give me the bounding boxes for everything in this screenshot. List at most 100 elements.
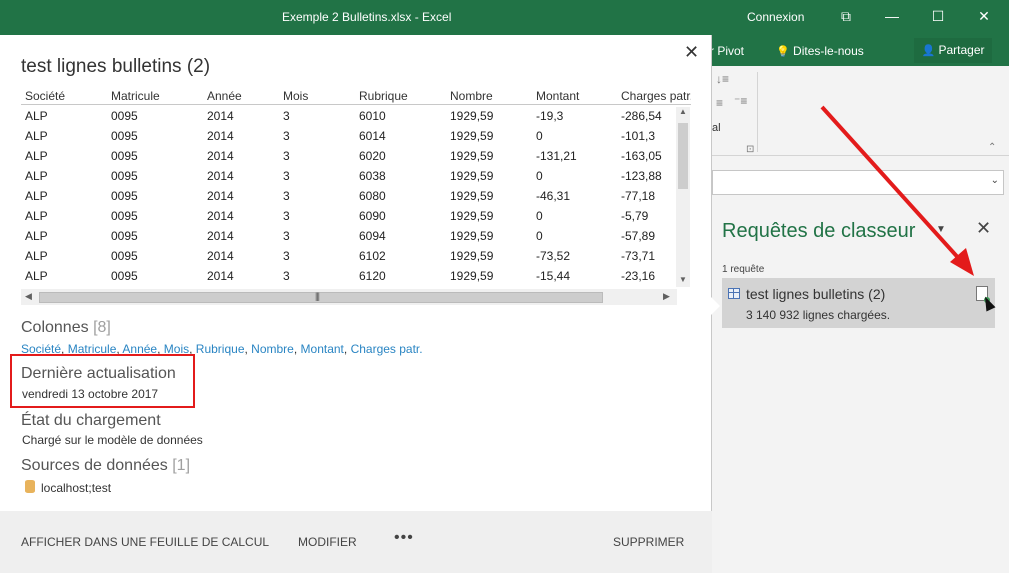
grip-icon: |||	[315, 291, 320, 301]
table-cell: 6102	[359, 249, 386, 263]
table-cell: 3	[283, 249, 290, 263]
table-cell: 0	[536, 209, 543, 223]
table-cell: 0095	[111, 109, 138, 123]
ribbon-indent-icon[interactable]: ⁻≡	[734, 94, 747, 108]
ribbon-display-icon[interactable]: ⧉	[823, 0, 869, 33]
table-cell: ALP	[25, 209, 48, 223]
table-cell: 3	[283, 189, 290, 203]
table-cell: 0095	[111, 249, 138, 263]
column-link[interactable]: Charges patr.	[351, 342, 423, 356]
database-icon	[25, 480, 35, 493]
table-cell: 6094	[359, 229, 386, 243]
table-cell: -57,89	[621, 229, 656, 243]
formula-bar[interactable]: ⌄	[712, 170, 1004, 195]
scroll-up-icon[interactable]: ▲	[679, 107, 687, 116]
table-cell: 1929,59	[450, 129, 494, 143]
table-cell: 2014	[207, 189, 234, 203]
source-value: localhost;test	[41, 481, 112, 495]
tab-power-pivot[interactable]: r Pivot	[710, 44, 744, 58]
pane-options-icon[interactable]: ▼	[936, 224, 946, 235]
table-cell: 3	[283, 169, 290, 183]
table-cell: 0095	[111, 189, 138, 203]
table-row: ALP 0095 2014 3 6014 1929,59 0 -101,3	[21, 127, 677, 147]
table-cell: 2014	[207, 209, 234, 223]
vertical-scrollbar[interactable]: ▲ ▼	[676, 107, 690, 287]
card-pointer	[711, 297, 720, 315]
column-header: Montant	[536, 89, 580, 103]
delete-button[interactable]: SUPPRIMER	[613, 535, 684, 549]
last-refresh-value: vendredi 13 octobre 2017	[22, 387, 159, 401]
table-cell: 0	[536, 129, 543, 143]
table-row: ALP 0095 2014 3 6020 1929,59 -131,21 -163,05	[21, 147, 677, 167]
horizontal-scrollbar[interactable]: ◀ ||| ▶	[21, 289, 677, 305]
scroll-down-icon[interactable]: ▼	[679, 275, 687, 284]
tell-me-box[interactable]: 💡 Dites-le-nous	[776, 44, 864, 58]
tell-me-label: Dites-le-nous	[793, 44, 864, 58]
collapse-ribbon-icon[interactable]: ⌃	[988, 142, 996, 153]
table-cell: 1929,59	[450, 229, 494, 243]
table-cell: ALP	[25, 269, 48, 283]
sources-label: Sources de données	[21, 457, 168, 474]
card-footer: AFFICHER DANS UNE FEUILLE DE CALCUL MODI…	[0, 511, 712, 573]
table-cell: 2014	[207, 269, 234, 283]
scroll-right-icon[interactable]: ▶	[663, 291, 670, 302]
ribbon-tabs: r Pivot 💡 Dites-le-nous 👤 Partager	[710, 35, 1009, 66]
column-link[interactable]: Nombre	[251, 342, 294, 356]
table-row: ALP 0095 2014 3 6090 1929,59 0 -5,79	[21, 207, 677, 227]
table-cell: -15,44	[536, 269, 571, 283]
table-cell: 1929,59	[450, 109, 494, 123]
close-window-button[interactable]: ✕	[961, 0, 1007, 33]
last-refresh-title: Dernière actualisation	[21, 365, 176, 382]
table-row: ALP 0095 2014 3 6120 1929,59 -15,44 -23,16	[21, 267, 677, 287]
table-cell: 6038	[359, 169, 386, 183]
person-add-icon: 👤	[921, 45, 936, 57]
columns-section-title: Colonnes [8]	[21, 319, 111, 337]
sources-section-title: Sources de données [1]	[21, 457, 190, 475]
table-cell: 1929,59	[450, 169, 494, 183]
table-cell: 6020	[359, 149, 386, 163]
table-cell: -19,3	[536, 109, 564, 123]
table-row: ALP 0095 2014 3 6094 1929,59 0 -57,89	[21, 227, 677, 247]
title-bar: Exemple 2 Bulletins.xlsx - Excel Connexi…	[0, 0, 1009, 35]
ribbon-list-icon[interactable]: ↓≡	[716, 72, 729, 86]
share-button[interactable]: 👤 Partager	[914, 38, 992, 63]
scroll-thumb[interactable]	[678, 123, 688, 189]
expand-formula-icon[interactable]: ⌄	[991, 175, 999, 186]
window-title: Exemple 2 Bulletins.xlsx - Excel	[282, 10, 452, 24]
minimize-button[interactable]: —	[869, 0, 915, 33]
link-separator: ,	[343, 342, 351, 356]
table-cell: 3	[283, 129, 290, 143]
table-cell: -77,18	[621, 189, 656, 203]
column-link[interactable]: Rubrique	[196, 342, 245, 356]
table-cell: 3	[283, 149, 290, 163]
ribbon-list-icon-2[interactable]: ≡	[716, 96, 723, 110]
table-cell: ALP	[25, 129, 48, 143]
scroll-left-icon[interactable]: ◀	[25, 291, 32, 302]
column-header: Rubrique	[359, 89, 408, 103]
hscroll-thumb[interactable]	[39, 292, 603, 303]
dialog-launcher-icon[interactable]: ⊡	[746, 144, 754, 155]
table-cell: 2014	[207, 229, 234, 243]
table-header: Société Matricule Année Mois Rubrique No…	[21, 87, 691, 105]
column-link[interactable]: Montant	[301, 342, 344, 356]
table-cell: -286,54	[621, 109, 662, 123]
table-cell: ALP	[25, 149, 48, 163]
column-header: Mois	[283, 89, 309, 103]
close-card-icon[interactable]: ✕	[684, 42, 699, 63]
table-cell: 2014	[207, 109, 234, 123]
load-status-value: Chargé sur le modèle de données	[22, 433, 203, 447]
more-options-button[interactable]: •••	[394, 529, 414, 547]
sign-in-link[interactable]: Connexion	[747, 10, 804, 24]
table-cell: 2014	[207, 129, 234, 143]
view-in-worksheet-button[interactable]: AFFICHER DANS UNE FEUILLE DE CALCUL	[21, 535, 269, 549]
query-item[interactable]: test lignes bulletins (2) 3 140 932 lign…	[722, 278, 995, 328]
table-cell: -46,31	[536, 189, 571, 203]
edit-button[interactable]: MODIFIER	[298, 535, 357, 549]
sources-count: [1]	[172, 457, 191, 474]
table-cell: 6080	[359, 189, 386, 203]
ribbon-body: ↓≡ ≡ al ⁻≡ ⊡ ⌃	[712, 66, 1009, 156]
maximize-button[interactable]: ☐	[915, 0, 961, 33]
table-cell: 1929,59	[450, 209, 494, 223]
table-cell: 2014	[207, 149, 234, 163]
close-pane-icon[interactable]: ✕	[976, 218, 991, 239]
